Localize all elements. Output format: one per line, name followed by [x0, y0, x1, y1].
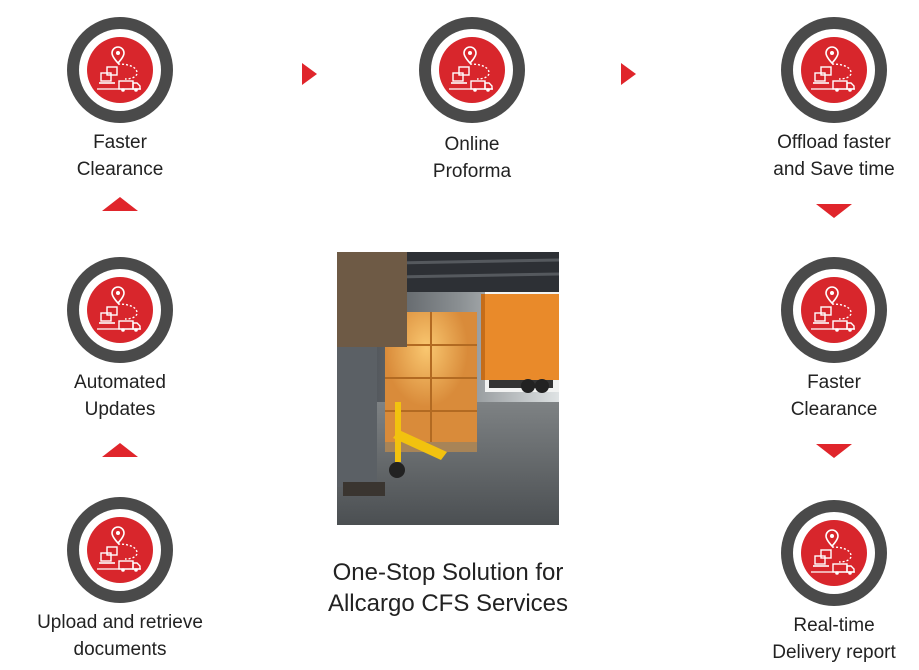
step-label-line: Online	[444, 134, 500, 155]
step-automated-updates: Automated Updates	[0, 257, 240, 423]
arrow-down-icon	[816, 444, 852, 458]
step-label-line: Offload faster	[777, 132, 891, 153]
step-label-line: and Save time	[773, 159, 895, 180]
delivery-truck-icon	[87, 37, 153, 103]
step-label-line: Proforma	[432, 161, 512, 182]
step-label-line: Faster	[93, 132, 147, 153]
step-label-line: Real-time	[793, 615, 875, 636]
step-ring	[419, 17, 525, 123]
step-label: Faster Clearance	[714, 369, 919, 423]
step-label: Offload faster and Save time	[714, 129, 919, 183]
step-faster-clearance-top: Faster Clearance	[0, 17, 240, 183]
step-online-proforma: Online Proforma	[352, 17, 592, 185]
warehouse-loading-photo	[337, 252, 559, 525]
delivery-truck-icon	[87, 517, 153, 583]
delivery-truck-icon	[801, 520, 867, 586]
step-ring	[67, 257, 173, 363]
step-ring	[67, 497, 173, 603]
step-label-line: Updates	[84, 399, 156, 420]
step-label-line: Clearance	[76, 159, 164, 180]
step-ring	[67, 17, 173, 123]
step-upload-documents: Upload and retrieve documents	[0, 497, 240, 663]
caption-line: One-Stop Solution for	[332, 559, 564, 586]
arrow-right-icon	[621, 63, 636, 85]
step-realtime-delivery: Real-time Delivery report	[714, 500, 919, 666]
step-faster-clearance-right: Faster Clearance	[714, 257, 919, 423]
solution-caption: One-Stop Solution for Allcargo CFS Servi…	[290, 557, 606, 619]
warehouse-loading-illustration	[337, 252, 559, 525]
delivery-truck-icon	[439, 37, 505, 103]
step-label-line: documents	[73, 639, 167, 660]
step-ring	[781, 17, 887, 123]
step-label: Upload and retrieve documents	[0, 609, 240, 663]
arrow-up-icon	[102, 197, 138, 211]
step-label-line: Upload and retrieve	[37, 612, 203, 633]
step-label: Faster Clearance	[0, 129, 240, 183]
step-offload-faster: Offload faster and Save time	[714, 17, 919, 183]
step-label-line: Faster	[807, 372, 861, 393]
delivery-truck-icon	[87, 277, 153, 343]
step-label-line: Automated	[74, 372, 166, 393]
step-label: Real-time Delivery report	[714, 612, 919, 666]
step-label-line: Delivery report	[772, 642, 896, 663]
step-label-line: Clearance	[790, 399, 878, 420]
delivery-truck-icon	[801, 37, 867, 103]
arrow-down-icon	[816, 204, 852, 218]
caption-line: Allcargo CFS Services	[327, 590, 569, 617]
arrow-right-icon	[302, 63, 317, 85]
step-ring	[781, 500, 887, 606]
step-ring	[781, 257, 887, 363]
step-label: Automated Updates	[0, 369, 240, 423]
arrow-up-icon	[102, 443, 138, 457]
delivery-truck-icon	[801, 277, 867, 343]
step-label: Online Proforma	[352, 131, 592, 185]
